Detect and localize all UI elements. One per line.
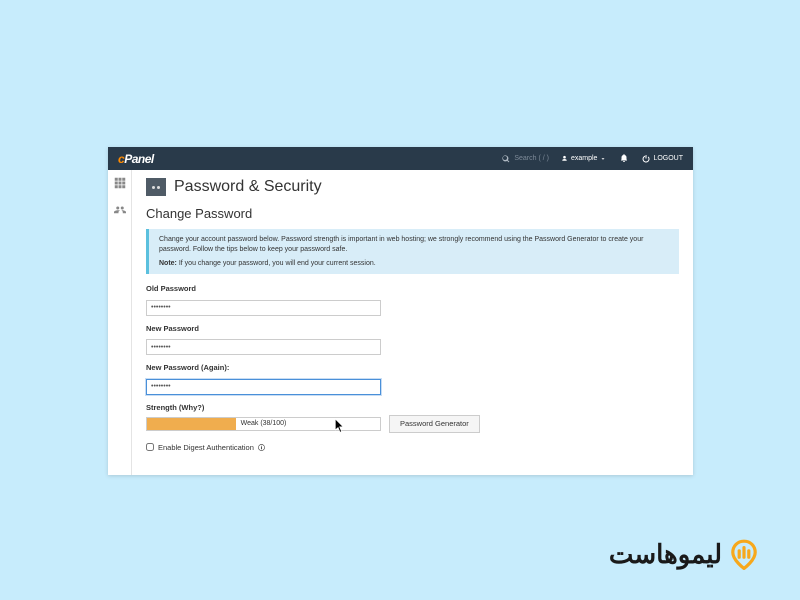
- old-password-label: Old Password: [146, 284, 679, 293]
- info-note: Note: If you change your password, you w…: [159, 259, 669, 269]
- search-placeholder: Search ( / ): [514, 155, 549, 162]
- page-title: Password & Security: [174, 178, 322, 196]
- logout-icon: [642, 155, 650, 163]
- caret-down-icon: [600, 156, 606, 162]
- users-icon: [114, 205, 126, 217]
- section-title: Change Password: [146, 206, 679, 221]
- strength-label: Strength (Why?): [146, 403, 679, 412]
- watermark-text: لیموهاست: [609, 539, 722, 570]
- logout-label: LOGOUT: [653, 155, 683, 162]
- page-title-row: Password & Security: [146, 178, 679, 196]
- digest-auth-label: Enable Digest Authentication: [158, 443, 254, 452]
- user-menu[interactable]: example: [561, 155, 606, 162]
- username-label: example: [571, 155, 597, 162]
- strength-fill: [147, 418, 236, 430]
- new-password-group: New Password: [146, 324, 679, 356]
- strength-group: Strength (Why?) Weak (38/100) Password G…: [146, 403, 679, 433]
- search-area[interactable]: Search ( / ): [502, 155, 549, 163]
- user-icon: [561, 155, 568, 162]
- confirm-password-label: New Password (Again):: [146, 363, 679, 372]
- main-content: Password & Security Change Password Chan…: [132, 170, 693, 475]
- strength-meter: Weak (38/100): [146, 417, 381, 431]
- password-title-icon: [146, 178, 166, 196]
- new-password-label: New Password: [146, 324, 679, 333]
- bell-icon: [620, 154, 628, 162]
- logout-button[interactable]: LOGOUT: [642, 155, 683, 163]
- sidebar-home-button[interactable]: [114, 176, 126, 194]
- info-message: Change your account password below. Pass…: [146, 229, 679, 274]
- info-text: Change your account password below. Pass…: [159, 235, 669, 255]
- grid-icon: [114, 177, 126, 189]
- watermark: لیموهاست: [609, 538, 760, 570]
- cpanel-window: cPanel Search ( / ) example LOGOUT: [108, 147, 693, 475]
- digest-auth-row: Enable Digest Authentication: [146, 443, 679, 452]
- search-icon: [502, 155, 510, 163]
- info-icon[interactable]: [258, 444, 265, 451]
- top-bar: cPanel Search ( / ) example LOGOUT: [108, 147, 693, 170]
- old-password-group: Old Password: [146, 284, 679, 316]
- old-password-input[interactable]: [146, 300, 381, 316]
- watermark-logo-icon: [728, 538, 760, 570]
- digest-auth-checkbox[interactable]: [146, 443, 154, 451]
- notifications-button[interactable]: [620, 154, 628, 164]
- strength-text: Weak (38/100): [241, 420, 287, 427]
- confirm-password-input[interactable]: [146, 379, 381, 395]
- new-password-input[interactable]: [146, 339, 381, 355]
- sidebar-user-button[interactable]: [114, 204, 126, 222]
- password-generator-button[interactable]: Password Generator: [389, 415, 480, 433]
- sidebar: [108, 170, 132, 475]
- confirm-password-group: New Password (Again):: [146, 363, 679, 395]
- cpanel-logo[interactable]: cPanel: [108, 152, 154, 166]
